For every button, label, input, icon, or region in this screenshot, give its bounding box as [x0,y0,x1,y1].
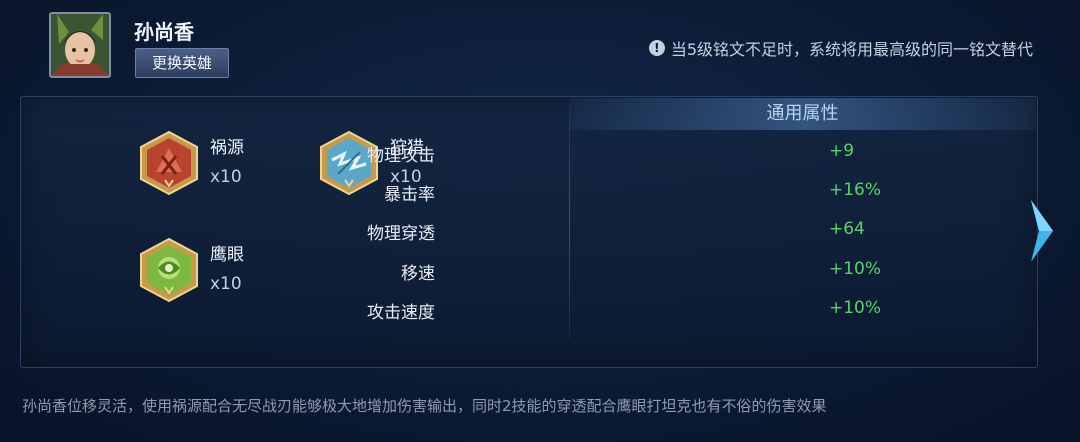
attribute-value: +16% [829,180,882,200]
rune-item-yingyan[interactable]: 鹰眼 x10 [138,237,244,303]
attribute-value: +10% [829,298,882,318]
rune-item-huoyuan[interactable]: 祸源 x10 [138,130,244,196]
hero-portrait-image [51,14,109,76]
attribute-label: 移速 [401,264,435,284]
attribute-label: 攻击速度 [367,303,435,323]
next-page-arrow-icon[interactable] [1027,196,1057,266]
attributes-title: 通用属性 [569,98,1036,130]
attribute-value: +64 [829,219,865,239]
yingyan-rune-icon [140,237,198,303]
panel-divider [569,107,570,339]
change-hero-button[interactable]: 更换英雄 [135,48,229,78]
hero-name: 孙尚香 [134,20,194,44]
hero-rune-description: 孙尚香位移灵活，使用祸源配合无尽战刃能够极大地增加伤害输出，同时2技能的穿透配合… [22,397,827,415]
attribute-label: 暴击率 [384,185,435,205]
attribute-value: +9 [829,141,855,161]
attribute-label: 物理攻击 [367,146,435,166]
attribute-label: 物理穿透 [367,224,435,244]
rune-notice: ! 当5级铭文不足时，系统将用最高级的同一铭文替代 [648,36,1033,60]
notice-text: 当5级铭文不足时，系统将用最高级的同一铭文替代 [670,40,1033,59]
rune-panel: 祸源 x10 狩猎 x10 鹰眼 x10 通用属性 物理攻击 +9 暴击率 +1… [20,96,1038,368]
hero-avatar[interactable] [49,12,111,78]
exclamation-info-icon: ! [648,40,665,56]
huoyuan-rune-icon [140,130,198,196]
attribute-value: +10% [829,259,882,279]
